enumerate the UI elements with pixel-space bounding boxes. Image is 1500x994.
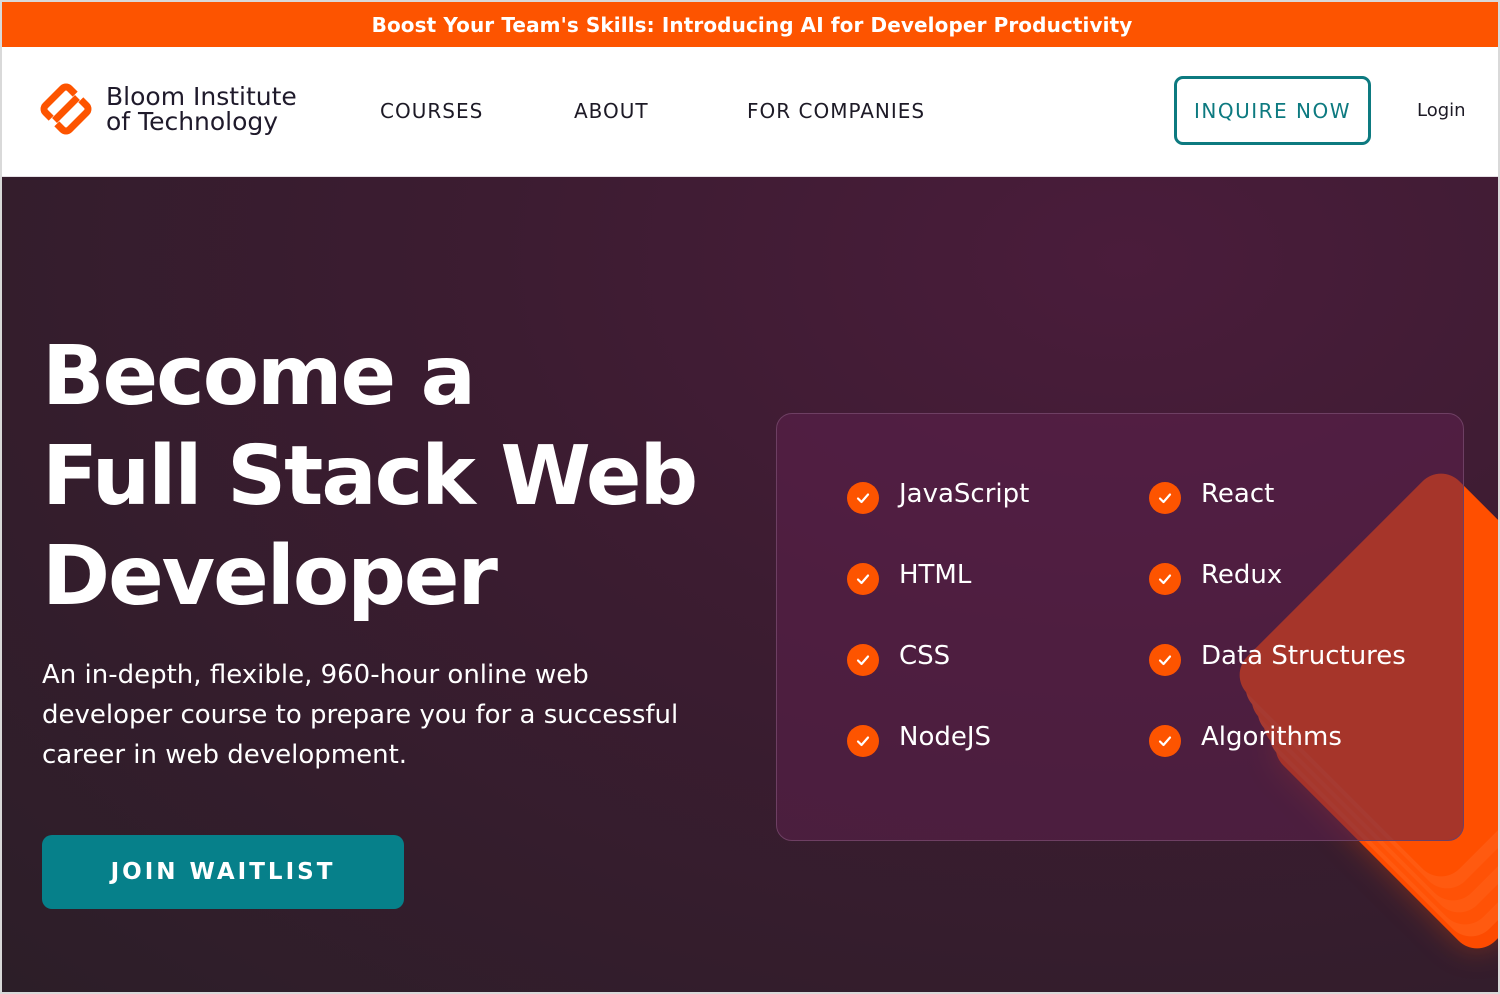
skill-label: JavaScript (899, 479, 1030, 509)
skill-item: CSS (847, 636, 950, 676)
hero-section: Become a Full Stack Web Developer An in-… (2, 177, 1498, 992)
skills-card: JavaScript HTML CSS NodeJS React Redux D… (776, 413, 1464, 841)
skill-label: HTML (899, 560, 972, 590)
skill-label: NodeJS (899, 722, 992, 752)
check-icon (847, 644, 879, 676)
check-icon (847, 725, 879, 757)
skill-item: React (1149, 474, 1274, 514)
skill-item: JavaScript (847, 474, 1029, 514)
hero-title-line1: Become a (42, 329, 476, 424)
check-icon (1149, 563, 1181, 595)
join-waitlist-button[interactable]: JOIN WAITLIST (42, 835, 404, 909)
skill-label: Data Structures (1201, 641, 1406, 671)
nav-about[interactable]: ABOUT (574, 99, 649, 123)
site-header: Bloom Institute of Technology COURSES AB… (2, 47, 1498, 177)
skill-item: Algorithms (1149, 717, 1342, 757)
check-icon (847, 563, 879, 595)
check-icon (1149, 644, 1181, 676)
skill-label: Algorithms (1201, 722, 1342, 752)
skill-item: Data Structures (1149, 636, 1406, 676)
announcement-text[interactable]: Boost Your Team's Skills: Introducing AI… (372, 13, 1133, 37)
hero-title-line3: Developer (42, 529, 498, 624)
announcement-bar[interactable]: Boost Your Team's Skills: Introducing AI… (2, 2, 1498, 47)
hero-title: Become a Full Stack Web Developer (42, 327, 698, 627)
skill-item: HTML (847, 555, 971, 595)
page-frame: Boost Your Team's Skills: Introducing AI… (0, 0, 1500, 994)
login-link[interactable]: Login (1417, 100, 1466, 121)
skill-item: NodeJS (847, 717, 991, 757)
nav-courses[interactable]: COURSES (380, 99, 483, 123)
logo-link[interactable]: Bloom Institute of Technology (40, 83, 297, 135)
logo-line2: of Technology (106, 107, 279, 136)
skill-item: Redux (1149, 555, 1282, 595)
check-icon (1149, 482, 1181, 514)
check-icon (847, 482, 879, 514)
skill-label: Redux (1201, 560, 1283, 590)
skill-label: CSS (899, 641, 951, 671)
nav-for-companies[interactable]: FOR COMPANIES (747, 99, 925, 123)
inquire-now-button[interactable]: INQUIRE NOW (1174, 76, 1371, 145)
hero-title-line2: Full Stack Web (42, 429, 698, 524)
check-icon (1149, 725, 1181, 757)
logo-line1: Bloom Institute (106, 82, 297, 111)
hero-description: An in-depth, flexible, 960-hour online w… (42, 660, 679, 770)
bloom-logo-icon (40, 83, 92, 135)
skill-label: React (1201, 479, 1275, 509)
logo-text: Bloom Institute of Technology (106, 84, 297, 134)
